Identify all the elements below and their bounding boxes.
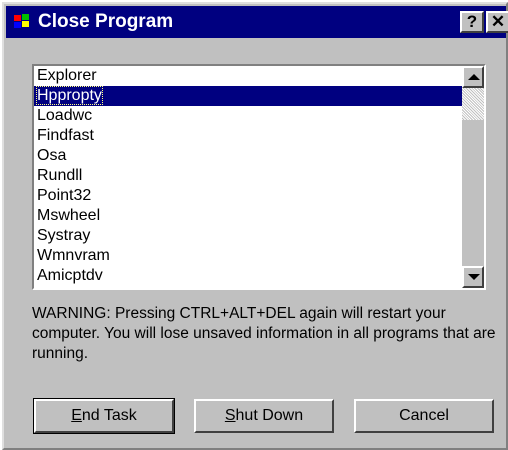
list-item-label: Findfast — [37, 127, 94, 144]
list-item-loadwc[interactable]: Loadwc — [34, 106, 462, 126]
program-list[interactable]: Explorer Hppropty Loadwc Findfast Osa Rundll P… — [32, 64, 486, 290]
shut-down-mnemonic: S — [224, 407, 236, 424]
list-item-label: Rundll — [37, 167, 83, 184]
list-item-point32[interactable]: Point32 — [34, 186, 462, 206]
close-icon: ✕ — [490, 12, 506, 31]
help-icon: ? — [466, 12, 478, 31]
close-program-dialog: Close Program ? ✕ Explorer Hppropty Loadwc… — [2, 2, 508, 450]
scroll-thumb[interactable] — [462, 88, 484, 120]
program-list-items: Explorer Hppropty Loadwc Findfast Osa Rundll P… — [34, 66, 462, 288]
list-item-rundll[interactable]: Rundll — [34, 166, 462, 186]
list-item-amicptdv[interactable]: Amicptdv — [34, 266, 462, 286]
list-item-label: Loadwc — [37, 107, 93, 124]
end-task-mnemonic: E — [71, 407, 82, 424]
list-item-label: Wmnvram — [37, 247, 110, 264]
list-item-wmnvram[interactable]: Wmnvram — [34, 246, 462, 266]
windows-logo-icon — [14, 14, 29, 28]
window-title: Close Program — [38, 11, 174, 32]
list-item-findfast[interactable]: Findfast — [34, 126, 462, 146]
help-button[interactable]: ? — [460, 11, 484, 33]
list-scrollbar[interactable] — [462, 66, 484, 288]
list-item-label: Mswheel — [37, 207, 101, 224]
cancel-button[interactable]: Cancel — [354, 399, 494, 433]
list-item-label: Explorer — [37, 67, 97, 84]
list-item-label: Point32 — [37, 187, 92, 204]
list-item-label: Hppropty — [36, 86, 103, 105]
scroll-down-button[interactable] — [462, 266, 484, 288]
title-bar[interactable]: Close Program ? ✕ — [6, 6, 508, 38]
arrow-down-icon — [468, 274, 480, 280]
list-item-mswheel[interactable]: Mswheel — [34, 206, 462, 226]
end-task-button[interactable]: End Task — [33, 398, 175, 434]
list-item-explorer[interactable]: Explorer — [34, 66, 462, 86]
list-item-label: Amicptdv — [37, 267, 103, 284]
shut-down-label: hut Down — [235, 407, 304, 424]
list-item-systray[interactable]: Systray — [34, 226, 462, 246]
warning-text: WARNING: Pressing CTRL+ALT+DEL again wil… — [32, 305, 496, 362]
close-button[interactable]: ✕ — [486, 11, 508, 33]
end-task-label: nd Task — [81, 407, 137, 424]
list-item-label: Systray — [37, 227, 91, 244]
list-item-osa[interactable]: Osa — [34, 146, 462, 166]
scroll-track[interactable] — [462, 120, 484, 266]
list-item-label: Osa — [37, 147, 67, 164]
shut-down-button[interactable]: Shut Down — [194, 399, 334, 433]
list-item-hppropty[interactable]: Hppropty — [34, 86, 462, 106]
scroll-up-button[interactable] — [462, 66, 484, 88]
arrow-up-icon — [468, 74, 480, 80]
